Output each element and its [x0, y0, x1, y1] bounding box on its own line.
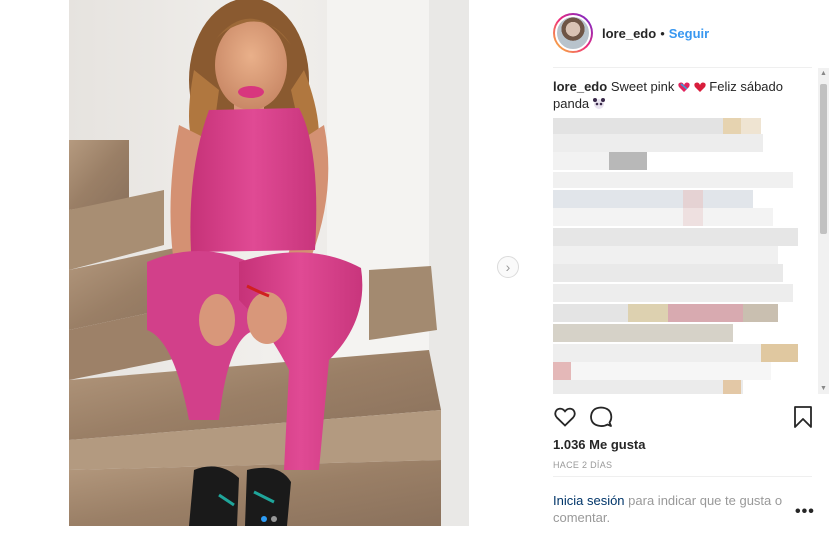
post-photo[interactable] [69, 0, 469, 526]
carousel-dot-1 [261, 516, 267, 522]
more-options-icon[interactable]: ••• [795, 503, 815, 521]
action-bar [553, 405, 814, 431]
carousel-indicator [69, 516, 469, 522]
next-photo-button[interactable]: › [497, 256, 519, 278]
chevron-right-icon: › [505, 259, 511, 275]
caption: lore_edo Sweet pink Feliz sábado panda [553, 78, 793, 112]
likes-count[interactable]: 1.036 Me gusta [553, 437, 646, 452]
comment-bubble-icon[interactable] [589, 405, 613, 429]
heart-icon[interactable] [553, 405, 577, 429]
scroll-down-arrow-icon[interactable]: ▼ [818, 383, 829, 394]
comments-area[interactable]: lore_edo Sweet pink Feliz sábado panda [553, 78, 813, 394]
avatar-image [555, 15, 591, 51]
caption-text-1: Sweet pink [610, 79, 675, 94]
username[interactable]: lore_edo [602, 26, 656, 41]
caption-username[interactable]: lore_edo [553, 79, 607, 94]
panda-face-icon [592, 98, 605, 109]
scroll-up-arrow-icon[interactable]: ▲ [818, 68, 829, 79]
caption-text-2: Feliz sábado [709, 79, 783, 94]
bookmark-icon[interactable] [793, 405, 813, 429]
comments-scrollbar[interactable]: ▲ ▼ [818, 68, 829, 394]
carousel-dot-2 [271, 516, 277, 522]
avatar[interactable] [553, 13, 593, 53]
scroll-thumb[interactable] [820, 84, 827, 234]
post-header: lore_edo • Seguir [553, 12, 709, 54]
ribbon-heart-icon [678, 82, 690, 92]
login-link[interactable]: Inicia sesión [553, 493, 625, 508]
caption-text-3: panda [553, 96, 590, 111]
footer-divider [553, 476, 812, 477]
red-heart-icon [693, 82, 706, 92]
header-divider [553, 67, 812, 68]
post-image [69, 0, 469, 526]
follow-button[interactable]: Seguir [669, 26, 709, 41]
login-prompt: Inicia sesión para indicar que te gusta … [553, 492, 785, 526]
blurred-comments [553, 118, 798, 394]
post-timestamp[interactable]: HACE 2 DÍAS [553, 460, 612, 470]
separator-dot: • [660, 25, 665, 41]
